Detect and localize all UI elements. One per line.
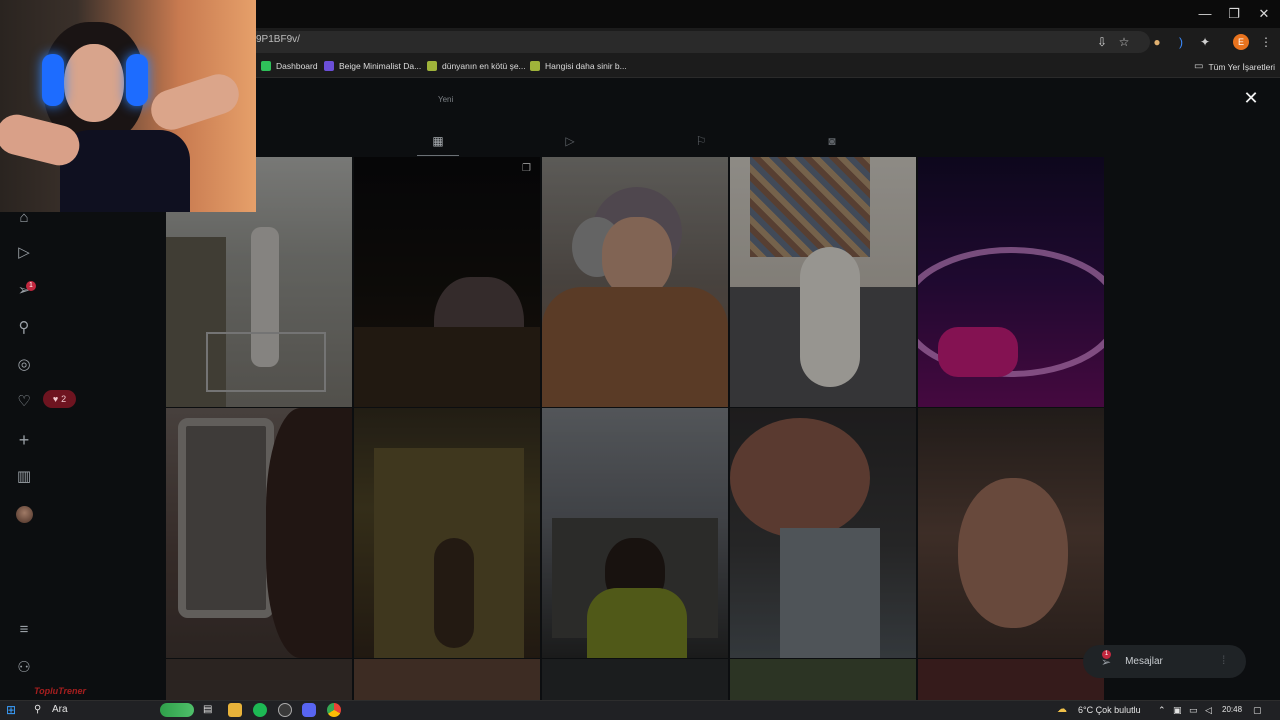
tagged-tab-icon[interactable]: ◙ [822, 132, 842, 150]
tray-chevron-icon[interactable]: ⌃ [1158, 703, 1166, 717]
heart-icon[interactable]: ♡ [14, 392, 34, 412]
post-mirror-selfie[interactable] [166, 408, 352, 658]
address-bar[interactable] [230, 31, 1150, 53]
close-icon[interactable]: ✕ [1241, 88, 1261, 108]
site-icon [530, 61, 540, 71]
heart-filled-icon: ♥ [52, 394, 59, 404]
posts-tab-icon[interactable]: ▦ [428, 132, 448, 150]
restore-button[interactable]: ❐ [1219, 4, 1249, 24]
new-highlight-label[interactable]: Yeni [438, 95, 453, 104]
post-tilted-selfie[interactable] [730, 408, 916, 658]
post-old-building[interactable] [354, 408, 540, 658]
profile-avatar[interactable] [16, 506, 33, 523]
bookmark-dashboard[interactable]: Dashboard [261, 61, 318, 71]
task-view-icon[interactable]: ▤ [203, 703, 212, 717]
spotify-icon[interactable] [253, 703, 267, 717]
taskbar-search-icon[interactable]: ⚲ [34, 703, 41, 717]
obs-icon[interactable] [278, 703, 292, 717]
threads-icon[interactable]: ⚇ [14, 658, 34, 678]
notification-badge: 1 [26, 281, 36, 291]
post-neon-sign[interactable] [918, 157, 1104, 407]
messages-badge: 1 [1102, 650, 1111, 659]
insights-icon[interactable]: ▥ [14, 467, 34, 487]
bookmark-star-icon[interactable]: ☆ [1116, 34, 1132, 50]
chrome-icon[interactable] [327, 703, 341, 717]
profile-avatar-icon[interactable]: E [1233, 34, 1249, 50]
post-night-street[interactable] [354, 157, 540, 407]
taskbar-widget-icon[interactable] [160, 703, 194, 717]
active-tab-indicator [417, 155, 459, 156]
post-yellow-hoodie[interactable] [542, 408, 728, 658]
windows-start-icon[interactable]: ⊞ [6, 703, 16, 717]
taskbar-search-label[interactable]: Ara [52, 703, 68, 717]
weather-text[interactable]: 6°C Çok bulutlu [1078, 703, 1141, 717]
close-window-button[interactable]: ✕ [1249, 4, 1279, 24]
post-partial-1[interactable] [166, 659, 352, 700]
extensions-puzzle-icon[interactable]: ✦ [1197, 34, 1213, 50]
discord-icon[interactable] [302, 703, 316, 717]
reels-tab-icon[interactable]: ▷ [560, 132, 580, 150]
carousel-icon: ❐ [522, 163, 531, 174]
file-explorer-icon[interactable] [228, 703, 242, 717]
create-icon[interactable]: + [14, 430, 34, 450]
post-partial-4[interactable] [730, 659, 916, 700]
stream-watermark: TopluTrener [34, 686, 87, 696]
likes-badge[interactable]: ♥ 2 [43, 390, 76, 408]
post-partial-2[interactable] [354, 659, 540, 700]
extension-audio-icon[interactable]: ) [1173, 34, 1189, 50]
bookmark-dunyanin[interactable]: dünyanın en kötü şe... [427, 61, 526, 71]
explore-icon[interactable]: ◎ [14, 355, 34, 375]
webcam-overlay [0, 0, 256, 212]
folder-icon: ▭ [1194, 61, 1204, 72]
install-app-icon[interactable]: ⇩ [1094, 34, 1110, 50]
menu-icon[interactable]: ≡ [14, 620, 34, 640]
volume-icon[interactable]: ◁ [1205, 703, 1212, 717]
post-closeup-selfie[interactable] [918, 408, 1104, 658]
post-earmuffs-portrait[interactable] [542, 157, 728, 407]
site-icon [427, 61, 437, 71]
dashboard-icon [261, 61, 271, 71]
notification-center-icon[interactable]: ▢ [1253, 703, 1262, 717]
bookmark-hangisi[interactable]: Hangisi daha sinir b... [530, 61, 627, 71]
weather-icon: ☁ [1057, 704, 1067, 715]
canva-icon [324, 61, 334, 71]
network-icon[interactable]: ▭ [1189, 703, 1198, 717]
browser-menu-icon[interactable]: ⋮ [1258, 34, 1274, 50]
tray-app-icon[interactable]: ▣ [1173, 703, 1182, 717]
bookmark-beige[interactable]: Beige Minimalist Da... [324, 61, 421, 71]
post-sofa-art-wall[interactable] [730, 157, 916, 407]
all-bookmarks[interactable]: ▭ Tüm Yer İşaretleri [1194, 61, 1275, 72]
post-partial-3[interactable] [542, 659, 728, 700]
saved-tab-icon[interactable]: ⚐ [691, 132, 711, 150]
url-text: 9P1BF9v/ [256, 34, 300, 45]
post-partial-5[interactable] [918, 659, 1104, 700]
message-avatars-icon: ⁞ [1222, 653, 1226, 667]
minimize-button[interactable]: — [1190, 4, 1220, 24]
search-icon[interactable]: ⚲ [14, 318, 34, 338]
extension-hand-icon[interactable]: ● [1149, 34, 1165, 50]
clock-time[interactable]: 20:48 [1222, 703, 1242, 717]
reels-icon[interactable]: ▷ [14, 243, 34, 263]
